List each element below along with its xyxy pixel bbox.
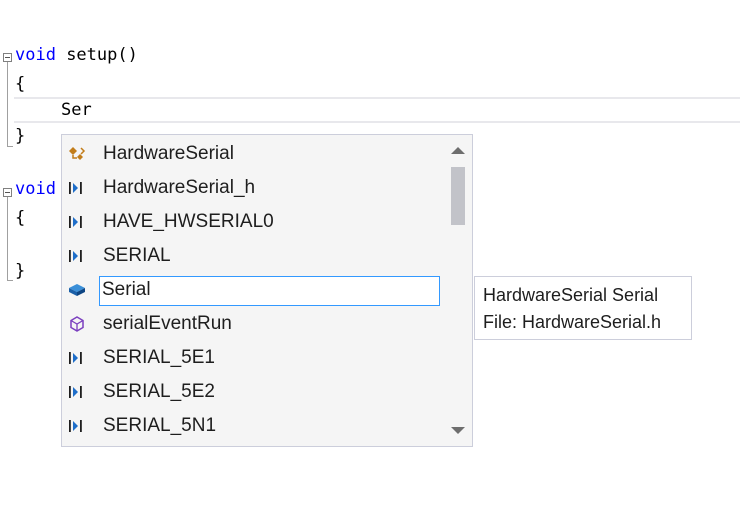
fold-guide-end (7, 146, 13, 147)
code-line-3[interactable]: Ser (61, 100, 92, 120)
code-line-2: { (15, 74, 26, 94)
completion-item[interactable]: HAVE_HWSERIAL0 (62, 205, 442, 239)
code-line-1: void setup() (15, 45, 138, 65)
completion-item[interactable]: SERIAL_5E2 (62, 375, 442, 409)
completion-item-selected[interactable]: Serial (62, 273, 442, 307)
current-line-highlight (14, 97, 740, 123)
completion-item-label: SERIAL_5E1 (103, 347, 215, 368)
fold-guide (7, 197, 8, 280)
quick-info-tooltip: HardwareSerial Serial File: HardwareSeri… (474, 276, 692, 340)
completion-list[interactable]: HardwareSerial HardwareSerial_h HAVE_HWS… (61, 134, 473, 447)
completion-item-label: serialEventRun (103, 313, 232, 334)
completion-item-label: HAVE_HWSERIAL0 (103, 211, 274, 232)
macro-icon (69, 216, 82, 228)
completion-item[interactable]: HardwareSerial_h (62, 171, 442, 205)
keyword: void (15, 179, 56, 199)
macro-icon (69, 386, 82, 398)
scrollbar-thumb[interactable] (451, 167, 465, 225)
completion-item-label: HardwareSerial (103, 143, 234, 164)
method-icon (70, 316, 84, 332)
completion-item[interactable]: serialEventRun (62, 307, 442, 341)
code-line-8: } (15, 261, 26, 281)
macro-icon (69, 420, 82, 432)
keyword: void (15, 45, 56, 65)
code-text: setup() (55, 45, 138, 65)
scrollbar[interactable] (445, 135, 473, 446)
class-icon (69, 147, 86, 160)
completion-item[interactable]: SERIAL (62, 239, 442, 273)
completion-item-label: SERIAL (103, 245, 171, 266)
macro-icon (69, 250, 82, 262)
macro-icon (69, 352, 82, 364)
fold-guide-end (7, 280, 13, 281)
fold-guide (7, 62, 8, 146)
completion-item-label: SERIAL_5N1 (103, 415, 217, 436)
completion-item-label: Serial (102, 279, 151, 300)
macro-icon (69, 182, 82, 194)
completion-item[interactable]: SERIAL_5E1 (62, 341, 442, 375)
completion-item[interactable]: SERIAL_5N1 (62, 409, 442, 443)
tooltip-signature: HardwareSerial Serial (483, 285, 659, 305)
fold-toggle-setup[interactable] (3, 53, 12, 62)
tooltip-file: File: HardwareSerial.h (483, 312, 662, 332)
code-line-4: } (15, 126, 26, 146)
scroll-down-arrow-icon[interactable] (450, 426, 466, 436)
variable-icon (69, 284, 85, 296)
code-line-6: { (15, 208, 26, 228)
fold-toggle-loop[interactable] (3, 188, 12, 197)
completion-item-label: HardwareSerial_h (103, 177, 256, 198)
completion-item-label: SERIAL_5E2 (103, 381, 215, 402)
scroll-up-arrow-icon[interactable] (450, 145, 466, 155)
completion-item[interactable]: HardwareSerial (62, 137, 442, 171)
code-line-5: void (15, 179, 56, 199)
